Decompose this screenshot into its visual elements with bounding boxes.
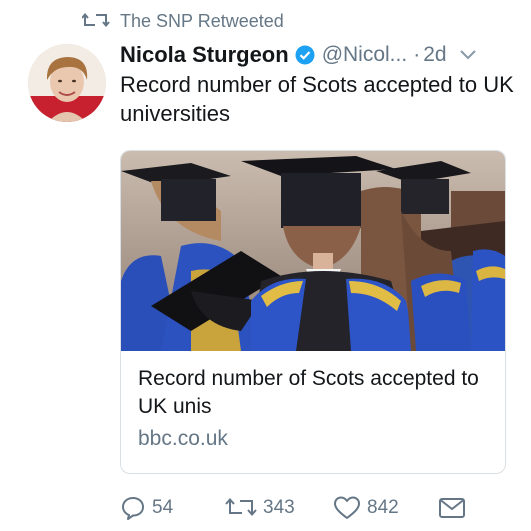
reply-icon xyxy=(122,497,144,520)
card-domain: bbc.co.uk xyxy=(138,427,228,450)
chevron-down-icon[interactable] xyxy=(459,49,477,61)
tweet-actions: 54 343 842 xyxy=(120,492,520,524)
retweet-icon xyxy=(225,497,257,517)
retweet-context-text: The SNP Retweeted xyxy=(120,10,284,31)
reply-count: 54 xyxy=(152,497,174,518)
heart-icon xyxy=(334,496,360,519)
card-title[interactable]: Record number of Scots accepted to UK un… xyxy=(138,365,488,421)
like-count: 842 xyxy=(367,497,399,518)
card-image[interactable] xyxy=(121,151,505,351)
dot-separator: · xyxy=(413,43,421,66)
link-card[interactable]: Record number of Scots accepted to UK un… xyxy=(120,150,506,474)
author-handle[interactable]: @Nicol... xyxy=(322,43,408,67)
direct-message-button[interactable] xyxy=(438,492,472,524)
tweet-text: Record number of Scots accepted to UK un… xyxy=(120,72,514,126)
reply-button[interactable]: 54 xyxy=(120,492,173,524)
author-name[interactable]: Nicola Sturgeon xyxy=(120,42,289,68)
avatar[interactable] xyxy=(28,44,106,122)
tweet-timestamp[interactable]: 2d xyxy=(423,43,446,67)
verified-badge-icon xyxy=(295,45,315,65)
retweet-button[interactable]: 343 xyxy=(225,492,295,524)
envelope-icon xyxy=(439,498,465,518)
tweet-header: Nicola Sturgeon @Nicol... · 2d xyxy=(120,38,521,72)
retweet-count: 343 xyxy=(263,497,295,518)
retweet-context[interactable]: The SNP Retweeted xyxy=(82,9,284,33)
retweet-icon xyxy=(82,12,110,28)
like-button[interactable]: 842 xyxy=(333,492,399,524)
